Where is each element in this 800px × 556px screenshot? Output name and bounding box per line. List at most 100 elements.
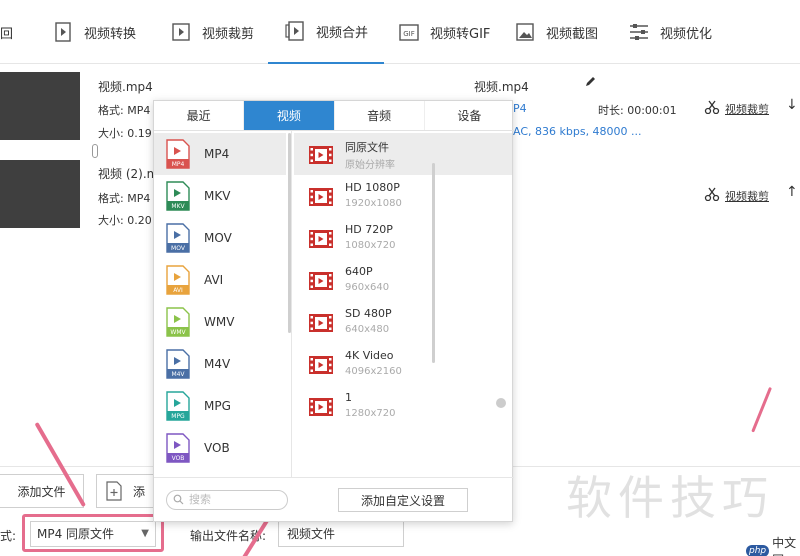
- resolution-name: SD 480P: [345, 307, 392, 320]
- format-tag: MKV: [171, 203, 185, 210]
- crop-icon: [172, 23, 190, 41]
- format-tag: MP4: [172, 161, 185, 168]
- file-format: 格式: MP4: [98, 192, 151, 205]
- film-icon: [309, 230, 333, 248]
- merge-icon: [285, 21, 304, 41]
- annotation-arrow: [751, 386, 772, 433]
- watermark-logo: php 中文网: [746, 534, 800, 556]
- add-custom-setting-button[interactable]: 添加自定义设置: [338, 488, 468, 512]
- convert-icon: [55, 22, 71, 42]
- resolution-size: 1920x1080: [345, 198, 402, 209]
- add-folder-button[interactable]: 添: [96, 474, 156, 508]
- toolbar-gif[interactable]: GIF 视频转GIF: [398, 0, 490, 64]
- scissors-icon: [704, 187, 720, 201]
- toolbar-merge[interactable]: 视频合并: [268, 0, 385, 64]
- divider: [154, 477, 514, 478]
- resolution-size: 960x640: [345, 282, 390, 293]
- edit-icon[interactable]: [584, 76, 596, 88]
- resolution-list: 同原文件 原始分辨率 HD 1080P 1920x1080 HD 720P 1080x72…: [294, 131, 514, 477]
- format-name: MPG: [204, 399, 231, 413]
- format-item-mpg[interactable]: MPG MPG: [154, 385, 286, 427]
- format-name: MOV: [204, 231, 232, 245]
- toolbar-convert-label: 视频转换: [84, 26, 137, 42]
- file-codec: AC, 836 kbps, 48000 ...: [513, 125, 642, 138]
- resolution-item[interactable]: HD 720P 1080x720: [294, 217, 512, 259]
- file-format: 格式: MP4: [98, 104, 151, 117]
- row-divider-handle[interactable]: [92, 144, 98, 158]
- format-tag: M4V: [171, 371, 185, 378]
- move-up-icon[interactable]: ↑: [786, 184, 798, 200]
- toolbar: 回 视频转换 视频裁剪 视频合并 GIF 视频转GIF 视频截图 视频优化: [0, 0, 800, 64]
- format-name: WMV: [204, 315, 235, 329]
- annotation-highlight-box: [22, 514, 164, 552]
- format-tag: WMV: [170, 329, 186, 336]
- svg-text:GIF: GIF: [403, 30, 415, 38]
- file-format-icon: WMV: [166, 307, 190, 337]
- resolution-size: 1280x720: [345, 408, 396, 419]
- resolution-size: 1080x720: [345, 240, 396, 251]
- video-thumbnail[interactable]: [0, 160, 80, 228]
- resolution-name: 4K Video: [345, 349, 394, 362]
- format-item-vob[interactable]: VOB VOB: [154, 427, 286, 469]
- file-size: 大小: 0.19: [98, 127, 152, 140]
- resolution-name: HD 1080P: [345, 181, 400, 194]
- resolution-item[interactable]: 640P 960x640: [294, 259, 512, 301]
- resolution-item[interactable]: SD 480P 640x480: [294, 301, 512, 343]
- toolbar-screenshot[interactable]: 视频截图: [514, 0, 598, 64]
- format-item-mov[interactable]: MOV MOV: [154, 217, 286, 259]
- screenshot-icon: [516, 23, 534, 41]
- tab-device[interactable]: 设备: [425, 101, 514, 130]
- toolbar-crop[interactable]: 视频裁剪: [170, 0, 254, 64]
- format-item-mkv[interactable]: MKV MKV: [154, 175, 286, 217]
- gif-icon: GIF: [399, 24, 419, 41]
- resolution-item[interactable]: HD 1080P 1920x1080: [294, 175, 512, 217]
- format-name: MKV: [204, 189, 231, 203]
- tab-video[interactable]: 视频: [244, 101, 335, 130]
- site-name: 中文网: [772, 536, 797, 556]
- resolution-item[interactable]: 4K Video 4096x2160: [294, 343, 512, 385]
- cut-video-link[interactable]: 视频裁剪: [725, 188, 769, 204]
- format-name: MP4: [204, 147, 230, 161]
- tab-audio[interactable]: 音频: [335, 101, 425, 130]
- format-name: AVI: [204, 273, 224, 287]
- film-icon: [309, 356, 333, 374]
- cut-video-link[interactable]: 视频裁剪: [725, 101, 769, 117]
- film-icon: [309, 314, 333, 332]
- format-popup: 最近 视频 音频 设备 MP4 MP4 MKV MKV MOV MOV AVI AVI WMV W…: [153, 100, 514, 522]
- resolution-item[interactable]: 1 1280x720: [294, 385, 512, 427]
- toolbar-screenshot-label: 视频截图: [546, 26, 599, 42]
- scissors-icon: [704, 100, 720, 114]
- move-down-icon[interactable]: ↓: [786, 97, 798, 113]
- resolution-item[interactable]: 同原文件 原始分辨率: [294, 133, 512, 175]
- file-format-icon: MPG: [166, 391, 190, 421]
- file-name: 视频 (2).m: [98, 167, 159, 181]
- format-item-avi[interactable]: AVI AVI: [154, 259, 286, 301]
- popup-tabs: 最近 视频 音频 设备: [154, 101, 514, 131]
- output-name-input[interactable]: 视频文件: [278, 521, 404, 547]
- format-search-input[interactable]: 搜索: [166, 490, 288, 510]
- resolution-size: 原始分辨率: [345, 160, 395, 171]
- format-tag: VOB: [172, 455, 185, 462]
- format-item-wmv[interactable]: WMV WMV: [154, 301, 286, 343]
- film-icon: [309, 398, 333, 416]
- output-format: P4: [513, 102, 527, 115]
- video-thumbnail[interactable]: [0, 72, 80, 140]
- format-item-m4v[interactable]: M4V M4V: [154, 343, 286, 385]
- php-logo: php: [746, 545, 770, 556]
- resolution-name: 640P: [345, 265, 373, 278]
- toolbar-optimize[interactable]: 视频优化: [628, 0, 712, 64]
- format-item-mp4[interactable]: MP4 MP4: [154, 133, 286, 175]
- format-tag: MOV: [171, 245, 186, 252]
- tab-recent[interactable]: 最近: [154, 101, 245, 130]
- format-name: M4V: [204, 357, 231, 371]
- toolbar-convert[interactable]: 视频转换: [52, 0, 136, 64]
- file-duration: 时长: 00:00:01: [598, 104, 677, 117]
- resolution-size: 640x480: [345, 324, 390, 335]
- optimize-icon: [630, 24, 648, 40]
- toolbar-back[interactable]: 回: [0, 0, 13, 64]
- delete-preset-icon[interactable]: [496, 398, 506, 408]
- format-list-scrollbar[interactable]: [288, 133, 291, 333]
- resolution-list-scrollbar[interactable]: [432, 163, 435, 363]
- add-folder-label: 添: [133, 484, 146, 499]
- app-window: 回 视频转换 视频裁剪 视频合并 GIF 视频转GIF 视频截图 视频优化 视频…: [0, 0, 800, 556]
